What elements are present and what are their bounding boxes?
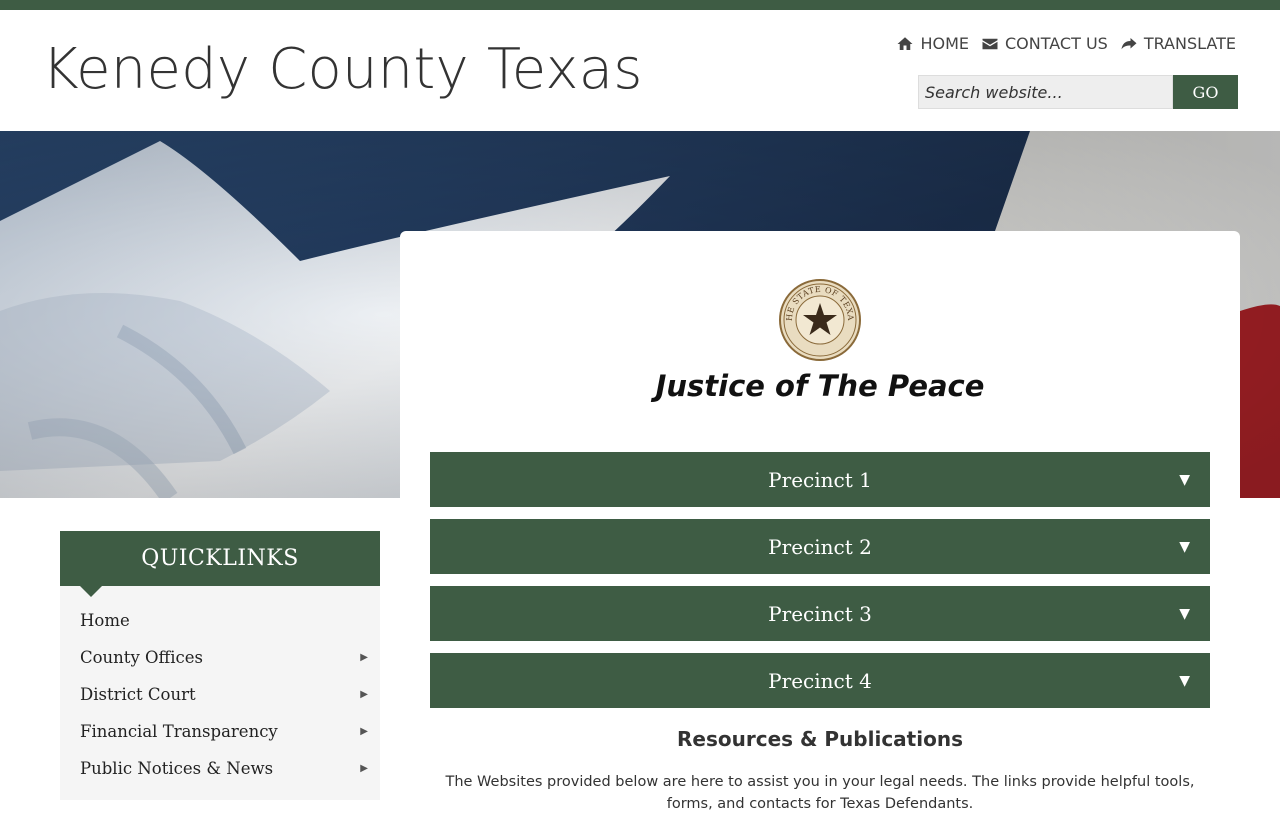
quicklink-label: Financial Transparency — [80, 722, 278, 741]
page-title: Justice of The Peace — [655, 369, 985, 403]
caret-down-icon: ▼ — [1179, 539, 1190, 555]
precinct-4-label: Precinct 4 — [768, 668, 872, 693]
home-icon — [897, 36, 913, 50]
search-input[interactable] — [918, 75, 1173, 109]
quicklink-district-court[interactable]: District Court ▶ — [60, 676, 380, 713]
quicklink-label: County Offices — [80, 648, 204, 667]
top-nav: HOME CONTACT US TRANSLATE — [896, 34, 1236, 53]
content-card: THE STATE OF TEXAS Justice of The Peace … — [400, 231, 1240, 812]
caret-right-icon: ▶ — [360, 689, 368, 700]
precinct-3-accordion[interactable]: Precinct 3 ▼ — [430, 586, 1210, 641]
nav-home-link[interactable]: HOME — [896, 34, 969, 53]
quicklinks-notch — [80, 586, 102, 597]
caret-right-icon: ▶ — [360, 726, 368, 737]
caret-down-icon: ▼ — [1179, 472, 1190, 488]
resources-heading: Resources & Publications — [677, 727, 963, 751]
caret-down-icon: ▼ — [1179, 606, 1190, 622]
quicklinks-heading: QUICKLINKS — [60, 531, 380, 586]
precinct-4-accordion[interactable]: Precinct 4 ▼ — [430, 653, 1210, 708]
nav-translate-link[interactable]: TRANSLATE — [1120, 34, 1236, 53]
caret-down-icon: ▼ — [1179, 673, 1190, 689]
precinct-3-label: Precinct 3 — [768, 601, 872, 626]
precinct-1-accordion[interactable]: Precinct 1 ▼ — [430, 452, 1210, 507]
quicklink-label: Public Notices & News — [80, 759, 274, 778]
top-accent-bar — [0, 0, 1280, 10]
precinct-2-accordion[interactable]: Precinct 2 ▼ — [430, 519, 1210, 574]
quicklink-county-offices[interactable]: County Offices ▶ — [60, 639, 380, 676]
texas-state-seal-icon: THE STATE OF TEXAS — [779, 279, 861, 361]
quicklinks-panel: QUICKLINKS Home County Offices ▶ Distric… — [60, 531, 380, 800]
quicklink-financial-transparency[interactable]: Financial Transparency ▶ — [60, 713, 380, 750]
site-header: Kenedy County Texas HOME CONTACT US TRAN… — [0, 10, 1280, 131]
resources-description: The Websites provided below are here to … — [445, 774, 1195, 812]
nav-contact-label: CONTACT US — [1004, 34, 1108, 53]
site-title[interactable]: Kenedy County Texas — [42, 37, 643, 102]
precinct-2-label: Precinct 2 — [768, 534, 872, 559]
quicklink-label: District Court — [80, 685, 196, 704]
quicklink-label: Home — [80, 611, 130, 630]
caret-right-icon: ▶ — [360, 652, 368, 663]
quicklink-home[interactable]: Home — [60, 602, 380, 639]
nav-home-label: HOME — [920, 34, 969, 53]
caret-right-icon: ▶ — [360, 763, 368, 774]
share-arrow-icon — [1121, 37, 1137, 49]
search-form: GO — [918, 75, 1238, 109]
precinct-1-label: Precinct 1 — [768, 467, 872, 492]
envelope-icon — [982, 38, 998, 49]
nav-translate-label: TRANSLATE — [1143, 34, 1236, 53]
nav-contact-link[interactable]: CONTACT US — [981, 34, 1108, 53]
quicklinks-list: Home County Offices ▶ District Court ▶ F… — [60, 602, 380, 787]
search-go-button[interactable]: GO — [1173, 75, 1238, 109]
quicklink-public-notices-news[interactable]: Public Notices & News ▶ — [60, 750, 380, 787]
